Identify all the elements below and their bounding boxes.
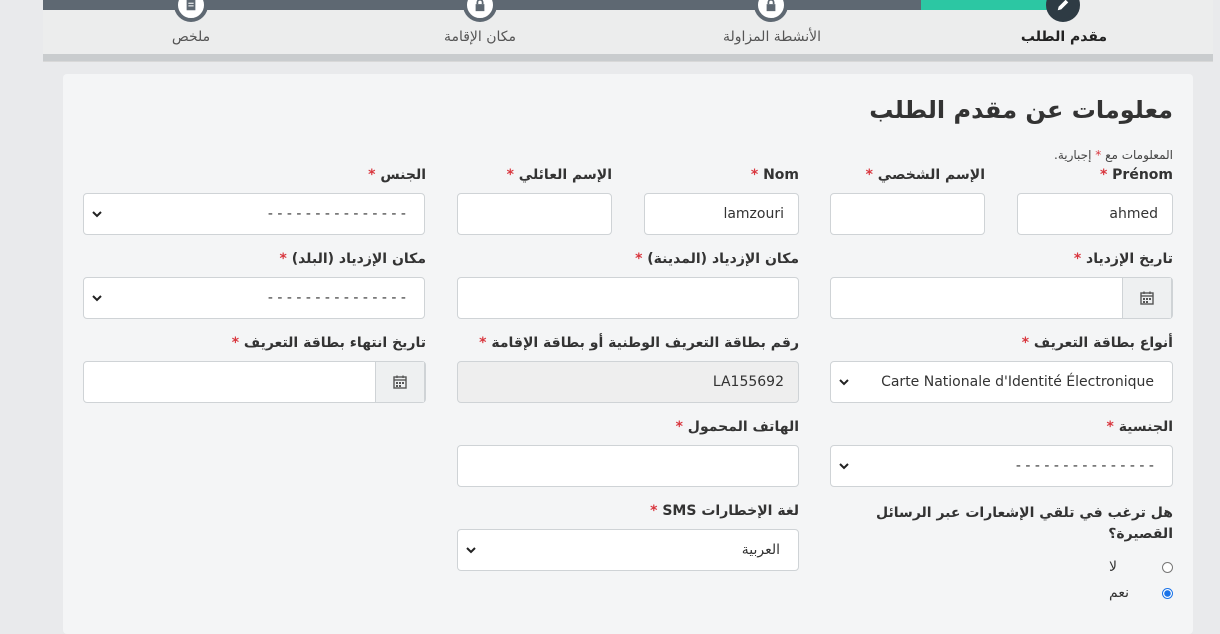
step-4-label[interactable]: ملخص [172,29,210,45]
mobile-label: الهاتف المحمول * [675,419,799,435]
required-star: * [1095,148,1102,162]
id-number-value: LA155692 [712,374,784,390]
chevron-down-icon [92,211,102,218]
birth-country-label: مكان الإزدياد (البلد) * [279,251,426,267]
page-title: معلومات عن مقدم الطلب [869,96,1173,124]
sms-language-label: لغة الإخطارات SMS * [650,503,799,519]
sms-language-select-value: العربية [741,542,780,558]
birth-country-select-value: - - - - - - - - - - - - - - - [267,290,406,306]
id-expiry-label: تاريخ انتهاء بطاقة التعريف * [231,335,426,351]
birth-city-input[interactable] [457,277,799,319]
id-number-label: رقم بطاقة التعريف الوطنية أو بطاقة الإقا… [479,335,799,351]
nationality-select[interactable]: - - - - - - - - - - - - - - - [830,445,1173,487]
first-name-ar-label-text: الإسم الشخصي [877,167,985,183]
chevron-down-icon [839,463,849,470]
gender-select-value: - - - - - - - - - - - - - - - [267,206,406,222]
nationality-label: الجنسية * [1106,419,1173,435]
gender-label: الجنس * [368,167,426,183]
progress-stepper: مقدم الطلب الأنشطة المزاولة مكان الإقامة… [43,0,1213,62]
applicant-info-card: معلومات عن مقدم الطلب المعلومات مع * إجب… [63,74,1193,634]
first-name-ar-label: الإسم الشخصي * [865,167,985,183]
gender-label-text: الجنس [380,167,426,183]
calendar-icon [1140,291,1154,305]
step-track-active [921,0,1063,10]
nationality-label-text: الجنسية [1118,419,1173,435]
sms-option-no-label: لا [1109,559,1117,575]
id-expiry-input[interactable] [83,361,426,403]
mobile-label-text: الهاتف المحمول [687,419,799,435]
stepper-divider [43,54,1213,61]
birth-date-calendar-button[interactable] [1122,278,1172,318]
sms-option-yes-label: نعم [1109,585,1129,601]
prenom-input[interactable]: ahmed [1017,193,1173,235]
nom-label-text: Nom [763,167,799,183]
lock-icon [475,0,485,12]
required-fields-note: المعلومات مع * إجبارية. [1054,148,1173,162]
id-type-select[interactable]: Carte Nationale d'Identité Électronique [830,361,1173,403]
sms-question-label: هل ترغب في تلقي الإشعارات عبر الرسائل ال… [853,503,1173,545]
prenom-value: ahmed [1109,206,1158,222]
step-2-node[interactable] [754,0,788,22]
nom-value: lamzouri [723,206,784,222]
id-type-select-value: Carte Nationale d'Identité Électronique [881,374,1154,390]
id-number-input[interactable]: LA155692 [457,361,799,403]
required-note-prefix: المعلومات مع [1105,148,1173,162]
lock-icon [766,0,776,12]
chevron-down-icon [92,295,102,302]
radio-yes[interactable] [1162,587,1173,599]
birth-date-label: تاريخ الإزدياد * [1073,251,1173,267]
sms-option-yes[interactable]: نعم [1109,585,1173,601]
document-icon [186,0,196,11]
last-name-ar-input[interactable] [457,193,612,235]
last-name-ar-label-text: الإسم العائلي [518,167,612,183]
sms-language-label-text: لغة الإخطارات SMS [662,503,799,519]
nationality-select-value: - - - - - - - - - - - - - - - [1015,458,1154,474]
id-expiry-calendar-button[interactable] [375,362,425,402]
id-type-label: أنواع بطاقة التعريف * [1021,335,1173,351]
last-name-ar-label: الإسم العائلي * [506,167,612,183]
sms-language-select[interactable]: العربية [457,529,799,571]
sms-option-no[interactable]: لا [1109,559,1173,575]
nom-label: Nom * [750,167,799,183]
sms-question-label-text: هل ترغب في تلقي الإشعارات عبر الرسائل ال… [876,505,1173,542]
prenom-label-text: Prénom [1112,167,1173,183]
birth-date-input[interactable] [830,277,1173,319]
birth-country-select[interactable]: - - - - - - - - - - - - - - - [83,277,425,319]
prenom-label: Prénom * [1099,167,1173,183]
step-3-node[interactable] [463,0,497,22]
radio-no[interactable] [1162,561,1173,573]
id-number-label-text: رقم بطاقة التعريف الوطنية أو بطاقة الإقا… [491,335,799,351]
pencil-icon [1057,0,1069,11]
id-type-label-text: أنواع بطاقة التعريف [1033,335,1173,351]
birth-country-label-text: مكان الإزدياد (البلد) [291,251,426,267]
mobile-input[interactable] [457,445,799,487]
gender-select[interactable]: - - - - - - - - - - - - - - - [83,193,425,235]
id-expiry-label-text: تاريخ انتهاء بطاقة التعريف [243,335,426,351]
step-1-node[interactable] [1046,0,1080,22]
chevron-down-icon [839,379,849,386]
calendar-icon [393,375,407,389]
chevron-down-icon [466,547,476,554]
birth-city-label: مكان الإزدياد (المدينة) * [635,251,799,267]
required-note-suffix: إجبارية. [1054,148,1092,162]
first-name-ar-input[interactable] [830,193,985,235]
birth-city-label-text: مكان الإزدياد (المدينة) [647,251,799,267]
step-4-node[interactable] [174,0,208,22]
nom-input[interactable]: lamzouri [644,193,799,235]
step-1-label[interactable]: مقدم الطلب [1021,29,1107,45]
step-2-label[interactable]: الأنشطة المزاولة [723,29,821,45]
step-3-label[interactable]: مكان الإقامة [444,29,516,45]
birth-date-label-text: تاريخ الإزدياد [1086,251,1173,267]
